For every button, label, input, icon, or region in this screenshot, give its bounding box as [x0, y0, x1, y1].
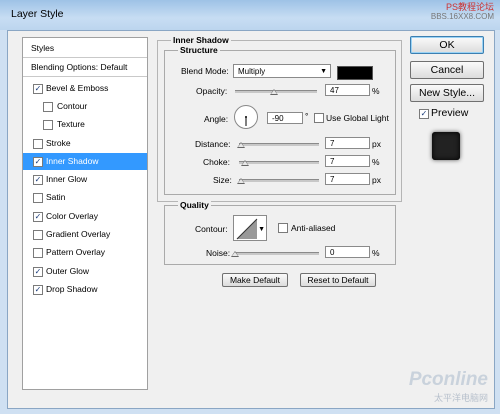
watermark-top: PS教程论坛: [445, 2, 494, 12]
choke-label: Choke:: [203, 157, 230, 167]
title-bar[interactable]: Layer Style PS教程论坛 BBS.16XX8.COM: [0, 0, 500, 30]
style-item-inner-shadow[interactable]: ✓ Inner Shadow: [23, 153, 147, 170]
opacity-slider-thumb[interactable]: [269, 89, 278, 95]
distance-slider[interactable]: [237, 142, 319, 148]
choke-unit: %: [372, 157, 380, 167]
distance-slider-thumb[interactable]: [237, 142, 246, 148]
noise-field[interactable]: 0: [325, 246, 370, 258]
blend-color-swatch[interactable]: [337, 66, 373, 80]
angle-label: Angle:: [204, 114, 229, 124]
preview-checkbox[interactable]: ✓: [419, 109, 429, 119]
anti-aliased-label: Anti-aliased: [291, 223, 336, 233]
checkbox[interactable]: [33, 230, 43, 240]
inner-shadow-title: Inner Shadow: [171, 35, 231, 45]
distance-label: Distance:: [195, 139, 231, 149]
pconline-logo: Pconline 太平洋电脑网: [408, 369, 488, 403]
choke-field[interactable]: 7: [325, 155, 370, 167]
angle-unit: °: [305, 111, 309, 121]
checkbox[interactable]: [43, 102, 53, 112]
style-item-satin[interactable]: Satin: [23, 189, 147, 206]
checkbox[interactable]: ✓: [33, 212, 43, 222]
preview-tile: [432, 132, 460, 160]
noise-unit: %: [372, 248, 380, 258]
checkbox[interactable]: ✓: [33, 157, 43, 167]
opacity-label: Opacity:: [196, 86, 228, 96]
blend-mode-select[interactable]: Multiply ▼: [233, 64, 331, 78]
choke-slider-thumb[interactable]: [240, 160, 249, 166]
distance-unit: px: [372, 139, 381, 149]
contour-label: Contour:: [195, 224, 228, 234]
style-item-gradient-overlay[interactable]: Gradient Overlay: [23, 226, 147, 243]
size-unit: px: [372, 175, 381, 185]
style-item-bevel-emboss[interactable]: ✓ Bevel & Emboss: [23, 80, 147, 97]
watermark: PS教程论坛 BBS.16XX8.COM: [431, 2, 494, 22]
noise-slider-thumb[interactable]: [231, 251, 239, 257]
angle-field[interactable]: -90: [267, 112, 303, 124]
use-global-light-checkbox[interactable]: [314, 113, 324, 123]
blending-options-item[interactable]: Blending Options: Default: [23, 59, 147, 77]
style-item-color-overlay[interactable]: ✓ Color Overlay: [23, 208, 147, 225]
opacity-slider[interactable]: [235, 89, 317, 95]
angle-dial-needle: [245, 116, 247, 126]
styles-header[interactable]: Styles: [23, 40, 147, 58]
style-item-outer-glow[interactable]: ✓ Outer Glow: [23, 263, 147, 280]
chevron-down-icon: ▼: [320, 68, 327, 75]
distance-field[interactable]: 7: [325, 137, 370, 149]
style-item-texture[interactable]: Texture: [23, 116, 147, 133]
watermark-url: BBS.16XX8.COM: [430, 12, 494, 21]
angle-dial[interactable]: [234, 105, 258, 129]
checkbox[interactable]: ✓: [33, 285, 43, 295]
structure-title: Structure: [178, 45, 220, 55]
new-style-button[interactable]: New Style...: [410, 84, 484, 102]
preview-label: Preview: [431, 107, 469, 119]
ok-button[interactable]: OK: [410, 36, 484, 54]
size-slider-thumb[interactable]: [237, 178, 246, 184]
style-item-drop-shadow[interactable]: ✓ Drop Shadow: [23, 281, 147, 298]
style-item-inner-glow[interactable]: ✓ Inner Glow: [23, 171, 147, 188]
checkbox[interactable]: ✓: [33, 84, 43, 94]
checkbox[interactable]: [33, 139, 43, 149]
window-title: Layer Style: [11, 8, 64, 20]
dialog-body: Styles Blending Options: Default ✓ Bevel …: [7, 30, 495, 409]
noise-label: Noise:: [206, 248, 231, 258]
preview-thumbnail: [414, 127, 478, 179]
checkbox[interactable]: ✓: [33, 175, 43, 185]
checkbox[interactable]: [33, 193, 43, 203]
quality-title: Quality: [178, 200, 211, 210]
style-item-pattern-overlay[interactable]: Pattern Overlay: [23, 244, 147, 261]
contour-picker[interactable]: ▼: [233, 215, 267, 241]
make-default-button[interactable]: Make Default: [222, 273, 288, 287]
styles-list: Styles Blending Options: Default ✓ Bevel …: [22, 37, 148, 390]
size-label: Size:: [213, 175, 232, 185]
reset-to-default-button[interactable]: Reset to Default: [300, 273, 376, 287]
opacity-unit: %: [372, 86, 380, 96]
use-global-light-label: Use Global Light: [326, 113, 389, 123]
checkbox[interactable]: [43, 120, 53, 130]
checkbox[interactable]: [33, 248, 43, 258]
noise-slider[interactable]: [231, 251, 319, 257]
style-item-stroke[interactable]: Stroke: [23, 135, 147, 152]
style-item-contour[interactable]: Contour: [23, 98, 147, 115]
opacity-field[interactable]: 47: [325, 84, 370, 96]
anti-aliased-checkbox[interactable]: [278, 223, 288, 233]
chevron-down-icon: ▼: [258, 226, 265, 233]
size-slider[interactable]: [237, 178, 319, 184]
blend-mode-label: Blend Mode:: [181, 66, 229, 76]
choke-slider[interactable]: [239, 160, 319, 166]
size-field[interactable]: 7: [325, 173, 370, 185]
checkbox[interactable]: ✓: [33, 267, 43, 277]
cancel-button[interactable]: Cancel: [410, 61, 484, 79]
